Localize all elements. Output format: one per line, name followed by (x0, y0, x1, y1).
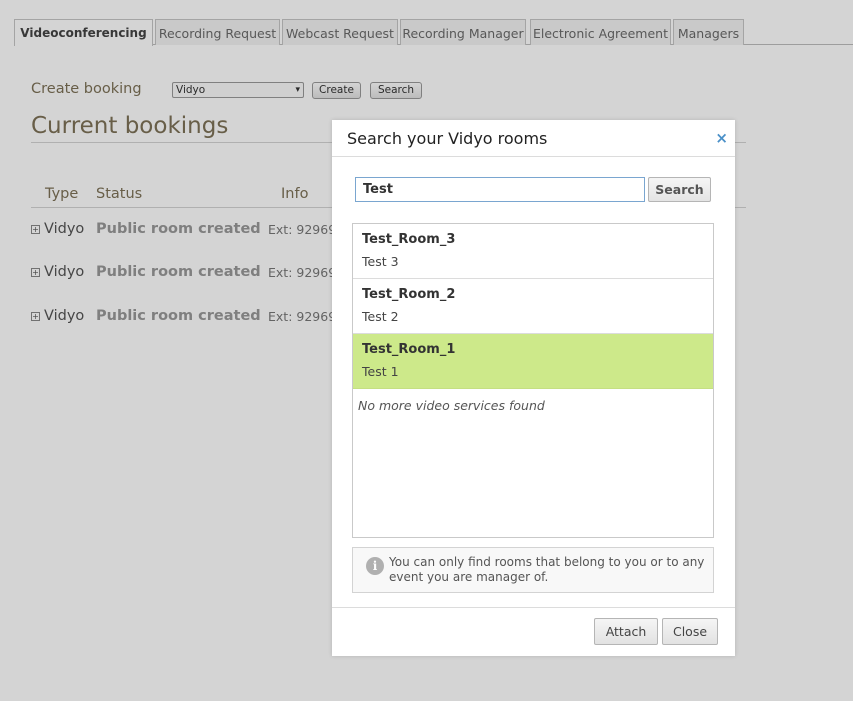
close-button[interactable]: Close (662, 618, 718, 645)
info-icon: i (366, 557, 384, 575)
no-more-results-text: No more video services found (358, 398, 545, 413)
room-description: Test 2 (362, 309, 399, 324)
room-search-input[interactable]: Test (355, 177, 645, 202)
attach-button[interactable]: Attach (594, 618, 658, 645)
room-name: Test_Room_2 (362, 287, 456, 302)
room-result-item[interactable]: Test_Room_3 Test 3 (353, 224, 713, 279)
info-text: You can only find rooms that belong to y… (389, 555, 705, 584)
room-result-item-selected[interactable]: Test_Room_1 Test 1 (353, 334, 713, 389)
room-description: Test 3 (362, 254, 399, 269)
room-name: Test_Room_3 (362, 232, 456, 247)
room-search-button[interactable]: Search (648, 177, 711, 202)
dialog-title: Search your Vidyo rooms (347, 129, 548, 148)
search-rooms-dialog: Search your Vidyo rooms × Test Search Te… (332, 120, 735, 656)
room-name: Test_Room_1 (362, 342, 456, 357)
divider (332, 607, 735, 608)
close-icon[interactable]: × (715, 129, 728, 147)
room-description: Test 1 (362, 364, 399, 379)
dialog-header: Search your Vidyo rooms × (332, 120, 735, 157)
room-results-list: Test_Room_3 Test 3 Test_Room_2 Test 2 Te… (352, 223, 714, 538)
info-message: i You can only find rooms that belong to… (352, 547, 714, 593)
page: Videoconferencing Recording Request Webc… (0, 0, 853, 701)
room-result-item[interactable]: Test_Room_2 Test 2 (353, 279, 713, 334)
